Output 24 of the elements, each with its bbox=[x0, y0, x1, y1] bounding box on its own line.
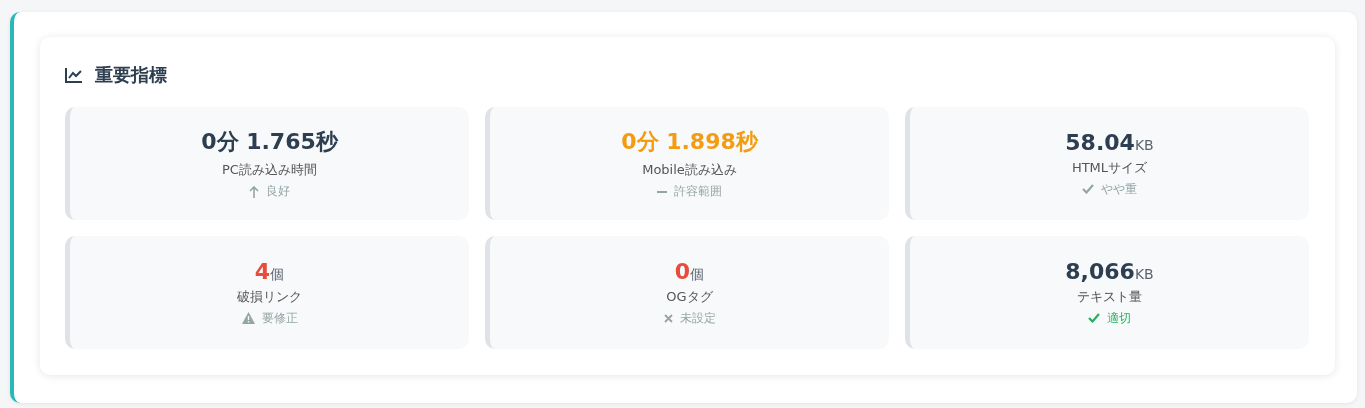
metric-label: Mobile読み込み bbox=[642, 161, 737, 179]
metric-unit: 個 bbox=[690, 265, 705, 284]
metric-label: 破損リンク bbox=[237, 287, 302, 306]
line-chart-icon bbox=[65, 67, 83, 83]
section-title: 重要指標 bbox=[95, 63, 167, 87]
metric-label: HTMLサイズ bbox=[1071, 158, 1148, 177]
status-text: 適切 bbox=[1107, 309, 1131, 327]
metric-value: 8,066 bbox=[1065, 258, 1135, 284]
metric-value: 0 bbox=[674, 258, 691, 284]
metric-value: 0分 1.898秒 bbox=[621, 128, 758, 156]
status-text: 未設定 bbox=[679, 309, 716, 327]
status-text: やや重 bbox=[1101, 180, 1137, 198]
metric-value: 4 bbox=[254, 258, 271, 284]
metric-unit: KB bbox=[1134, 265, 1154, 282]
metric-value: 0分 1.765秒 bbox=[201, 128, 338, 156]
metric-unit: KB bbox=[1134, 136, 1154, 153]
status-text: 許容範囲 bbox=[674, 183, 722, 200]
metric-unit: 個 bbox=[270, 265, 285, 284]
metric-label: PC読み込み時間 bbox=[222, 161, 317, 179]
status-text: 要修正 bbox=[261, 309, 298, 327]
metric-label: テキスト量 bbox=[1077, 287, 1142, 306]
metric-label: OGタグ bbox=[666, 287, 713, 306]
status-text: 良好 bbox=[266, 183, 290, 200]
metric-value: 58.04 bbox=[1065, 129, 1135, 155]
